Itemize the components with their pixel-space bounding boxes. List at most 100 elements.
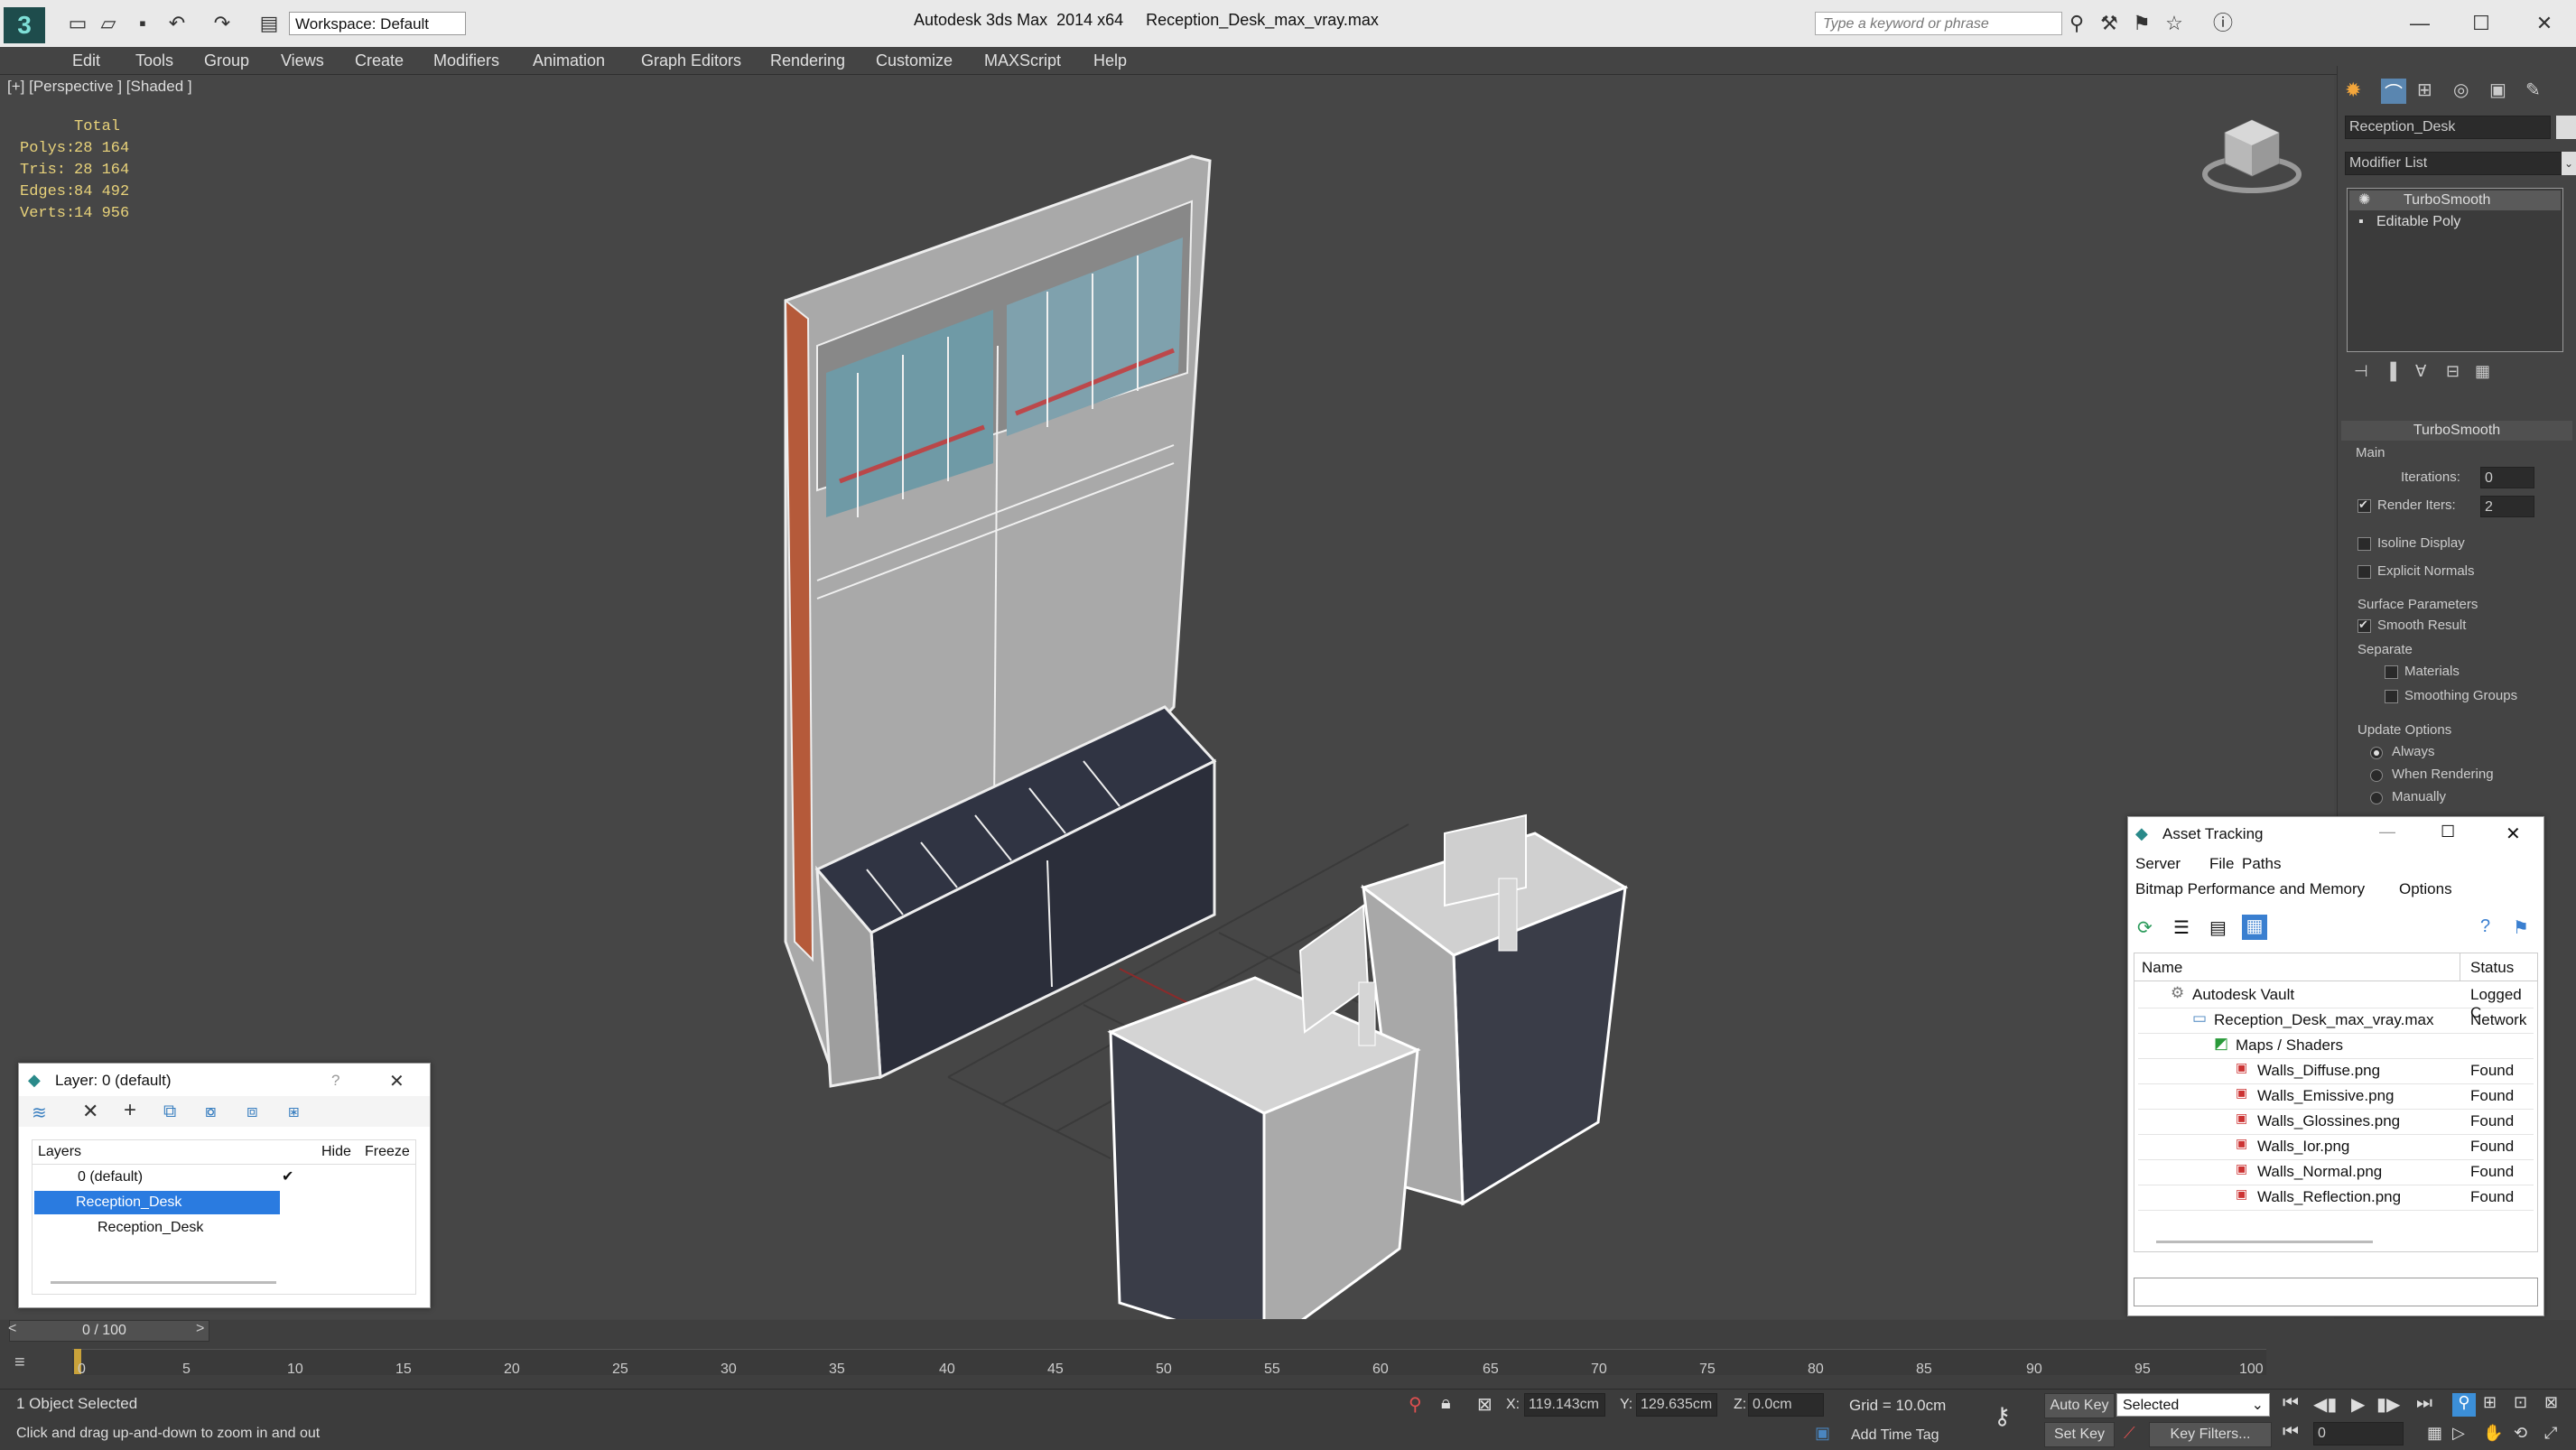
manually-radio[interactable]: [2370, 792, 2383, 804]
go-to-start-icon[interactable]: ⏮: [2283, 1393, 2299, 1414]
tools-icon[interactable]: ⚒: [2098, 13, 2120, 34]
project-folder-icon[interactable]: ▤: [258, 13, 280, 34]
layer-window-titlebar[interactable]: ◆ Layer: 0 (default) ? ✕: [19, 1064, 430, 1096]
y-coord-field[interactable]: 129.635cm: [1636, 1393, 1717, 1417]
asset-menu-paths[interactable]: Paths: [2242, 855, 2281, 873]
when-rendering-radio[interactable]: [2370, 769, 2383, 782]
menu-animation[interactable]: Animation: [533, 51, 605, 70]
close-icon[interactable]: ✕: [2534, 13, 2555, 34]
zoom-extents-icon[interactable]: ⊡: [2514, 1393, 2527, 1412]
create-tab-icon[interactable]: ✹: [2345, 79, 2370, 104]
layer-row-reception-desk[interactable]: Reception_Desk: [34, 1191, 280, 1214]
smooth-result-checkbox[interactable]: [2357, 618, 2371, 633]
column-name[interactable]: Name: [2142, 959, 2182, 977]
stack-item-editable-poly[interactable]: ▪ Editable Poly: [2349, 212, 2561, 232]
object-color-swatch[interactable]: [2556, 116, 2576, 139]
help-icon[interactable]: ?: [2480, 916, 2490, 937]
key-icon[interactable]: ⚷: [1994, 1402, 2011, 1430]
save-icon[interactable]: ▪: [132, 13, 153, 34]
orbit-icon[interactable]: ⟲: [2514, 1424, 2527, 1443]
key-mode-icon[interactable]: ⟋: [2124, 1424, 2135, 1443]
table-view-icon[interactable]: ▦: [2242, 915, 2267, 940]
isolate-icon[interactable]: ⚲: [1409, 1393, 1422, 1416]
asset-menu-options[interactable]: Options: [2399, 880, 2452, 898]
motion-tab-icon[interactable]: ◎: [2453, 79, 2469, 101]
asset-menu-server[interactable]: Server: [2135, 855, 2181, 873]
hide-all-icon[interactable]: ⧈: [246, 1101, 258, 1122]
asset-row[interactable]: ▣ Walls_Normal.png Found: [2138, 1159, 2534, 1185]
stack-item-turbosmooth[interactable]: ✺ TurboSmooth: [2349, 191, 2561, 210]
undo-icon[interactable]: ↶: [166, 13, 188, 34]
asset-row[interactable]: ▣ Walls_Glossines.png Found: [2138, 1109, 2534, 1135]
column-status[interactable]: Status: [2470, 959, 2514, 977]
lightbulb-icon[interactable]: ✺: [2358, 191, 2370, 210]
refresh-icon[interactable]: ⟳: [2137, 916, 2153, 939]
zoom-icon[interactable]: ⚲: [2452, 1393, 2476, 1417]
maximize-icon[interactable]: ☐: [2470, 13, 2492, 34]
explicit-normals-checkbox[interactable]: [2357, 565, 2371, 579]
asset-row[interactable]: ▭ Reception_Desk_max_vray.max Network: [2138, 1008, 2534, 1034]
zoom-extents-all-icon[interactable]: ⊠: [2544, 1393, 2558, 1412]
add-time-tag[interactable]: Add Time Tag: [1851, 1427, 1939, 1444]
expand-icon[interactable]: ▪: [2358, 212, 2364, 232]
column-layers[interactable]: Layers: [38, 1144, 81, 1160]
next-frame-icon[interactable]: ▮▶: [2376, 1393, 2400, 1416]
layer-row-default[interactable]: 0 (default) ✔: [33, 1166, 415, 1189]
asset-path-field[interactable]: [2134, 1278, 2538, 1306]
asset-row[interactable]: ▣ Walls_Diffuse.png Found: [2138, 1058, 2534, 1084]
iterations-spinner[interactable]: 0: [2480, 467, 2534, 488]
app-logo-icon[interactable]: 3: [4, 7, 45, 43]
time-slider[interactable]: < 0 / 100 >: [8, 1320, 209, 1342]
menu-help[interactable]: Help: [1093, 51, 1127, 70]
maximize-viewport-icon[interactable]: ⤢: [2544, 1424, 2557, 1443]
key-filters-button[interactable]: Key Filters...: [2149, 1422, 2272, 1447]
freeze-all-icon[interactable]: ⧆: [288, 1101, 300, 1122]
highlight-selected-icon[interactable]: ⧇: [205, 1101, 217, 1122]
list-view-icon[interactable]: ☰: [2173, 916, 2190, 939]
maximize-icon[interactable]: ☐: [2441, 823, 2455, 841]
time-tag-icon[interactable]: ▣: [1815, 1424, 1830, 1443]
asset-menu-file[interactable]: File: [2209, 855, 2234, 873]
exchange-icon[interactable]: ⚑: [2131, 13, 2153, 34]
new-file-icon[interactable]: ▭: [67, 13, 88, 34]
modifier-list-dropdown[interactable]: Modifier List: [2345, 152, 2565, 175]
redo-icon[interactable]: ↷: [211, 13, 233, 34]
object-name-field[interactable]: Reception_Desk: [2345, 116, 2551, 139]
play-icon[interactable]: ▶: [2351, 1393, 2365, 1416]
asset-list-scrollbar[interactable]: [2156, 1241, 2373, 1243]
menu-customize[interactable]: Customize: [876, 51, 953, 70]
chevron-down-icon[interactable]: ⌄: [2562, 152, 2576, 175]
materials-checkbox[interactable]: [2385, 665, 2398, 679]
favorites-icon[interactable]: ☆: [2163, 13, 2185, 34]
asset-row[interactable]: ▣ Walls_Ior.png Found: [2138, 1134, 2534, 1160]
smoothing-groups-checkbox[interactable]: [2385, 690, 2398, 703]
key-mode-toggle-icon[interactable]: ⏮: [2283, 1422, 2299, 1443]
next-frame-arrow-icon[interactable]: >: [196, 1321, 204, 1337]
menu-modifiers[interactable]: Modifiers: [433, 51, 499, 70]
create-layer-icon[interactable]: ≋: [32, 1101, 47, 1124]
layer-help-button[interactable]: ?: [331, 1072, 339, 1090]
delete-layer-icon[interactable]: ✕: [82, 1100, 98, 1123]
mini-curve-editor-icon[interactable]: ≡: [14, 1352, 25, 1373]
key-selection-dropdown[interactable]: Selected ⌄: [2116, 1393, 2270, 1417]
menu-tools[interactable]: Tools: [135, 51, 173, 70]
asset-menu-bitmap-performance[interactable]: Bitmap Performance and Memory: [2135, 880, 2365, 898]
active-layer-check-icon[interactable]: ✔: [282, 1167, 293, 1185]
configure-sets-icon[interactable]: ▦: [2475, 362, 2490, 381]
asset-window-titlebar[interactable]: ◆ Asset Tracking — ☐ ✕: [2128, 817, 2543, 850]
help-icon[interactable]: ⓘ: [2212, 13, 2234, 34]
current-frame-field[interactable]: 0: [2313, 1422, 2404, 1445]
zoom-all-icon[interactable]: ⊞: [2483, 1393, 2497, 1412]
field-of-view-icon[interactable]: ▷: [2452, 1424, 2465, 1443]
select-objects-icon[interactable]: ⧉: [163, 1101, 176, 1122]
pan-icon[interactable]: ✋: [2483, 1424, 2503, 1443]
set-key-button[interactable]: Set Key: [2044, 1422, 2115, 1447]
asset-row[interactable]: ⚙ Autodesk Vault Logged C: [2138, 982, 2534, 1021]
make-unique-icon[interactable]: ∀: [2415, 362, 2426, 381]
layer-list-scrollbar[interactable]: [51, 1281, 276, 1284]
open-file-icon[interactable]: ▱: [98, 13, 119, 34]
isoline-display-checkbox[interactable]: [2357, 537, 2371, 551]
menu-group[interactable]: Group: [204, 51, 249, 70]
workspace-dropdown[interactable]: Workspace: Default: [289, 12, 466, 35]
utilities-tab-icon[interactable]: ✎: [2525, 79, 2541, 101]
